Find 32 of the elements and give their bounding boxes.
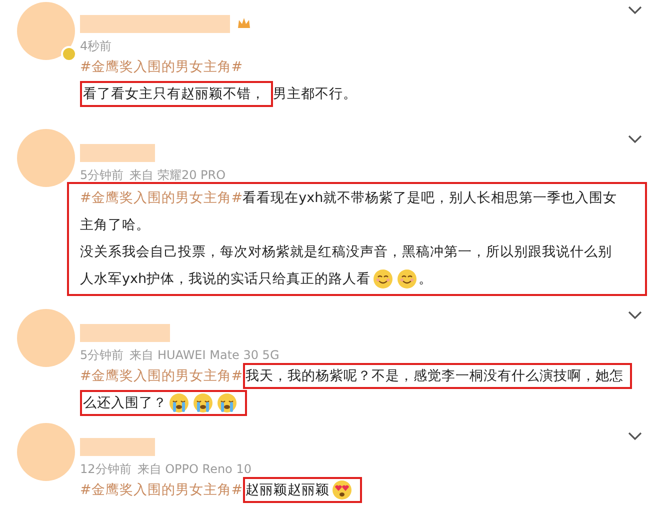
timestamp: 4秒前 — [80, 39, 112, 53]
smiling-face-icon — [396, 268, 417, 288]
chevron-down-icon[interactable] — [628, 6, 642, 15]
crying-face-icon — [193, 392, 213, 412]
chevron-down-icon[interactable] — [628, 135, 642, 144]
device-source: 来自 HUAWEI Mate 30 5G — [130, 348, 280, 362]
comment-text: 赵丽颖赵丽颖 — [246, 480, 330, 500]
verified-badge-icon — [61, 46, 77, 62]
comment-text: 么还入围了？ — [83, 394, 167, 412]
hashtag-link[interactable]: #金鹰奖入围的男女主角# — [80, 188, 243, 206]
device-source: 来自 荣耀20 PRO — [130, 168, 226, 182]
timestamp: 5分钟前 — [80, 168, 124, 182]
chevron-down-icon[interactable] — [628, 432, 642, 441]
chevron-down-icon[interactable] — [628, 311, 642, 320]
device-source: 来自 OPPO Reno 10 — [137, 462, 252, 476]
comment-text: 男主都不行。 — [273, 84, 357, 102]
hashtag-link[interactable]: #金鹰奖入围的男女主角# — [80, 366, 243, 384]
heart-eyes-face-icon — [332, 480, 352, 500]
hashtag-link[interactable]: #金鹰奖入围的男女主角# — [80, 58, 243, 76]
comment-text: 。 — [418, 270, 433, 288]
hashtag-link[interactable]: #金鹰奖入围的男女主角# — [80, 480, 243, 498]
crying-face-icon — [217, 392, 237, 412]
comment-text: 主角了哈。 — [80, 216, 150, 234]
comment-text: 人水军yxh护体，我说的实话只给真正的路人看 — [80, 270, 371, 288]
crying-face-icon — [169, 392, 189, 412]
comment-text: 没关系我会自己投票，每次对杨紫就是红稿没声音，黑稿冲第一，所以别跟我说什么别 — [80, 242, 612, 260]
comment-text: 看了看女主只有赵丽颖不错， — [83, 84, 265, 104]
comment-text: 我天，我的杨紫呢？不是，感觉李一桐没有什么演技啊，她怎 — [246, 366, 624, 386]
timestamp: 5分钟前 — [80, 348, 124, 362]
comment-text: 看看现在yxh就不带杨紫了是吧，别人长相思第一季也入围女 — [242, 188, 618, 206]
smiling-face-icon — [372, 268, 393, 288]
timestamp: 12分钟前 — [80, 462, 132, 476]
